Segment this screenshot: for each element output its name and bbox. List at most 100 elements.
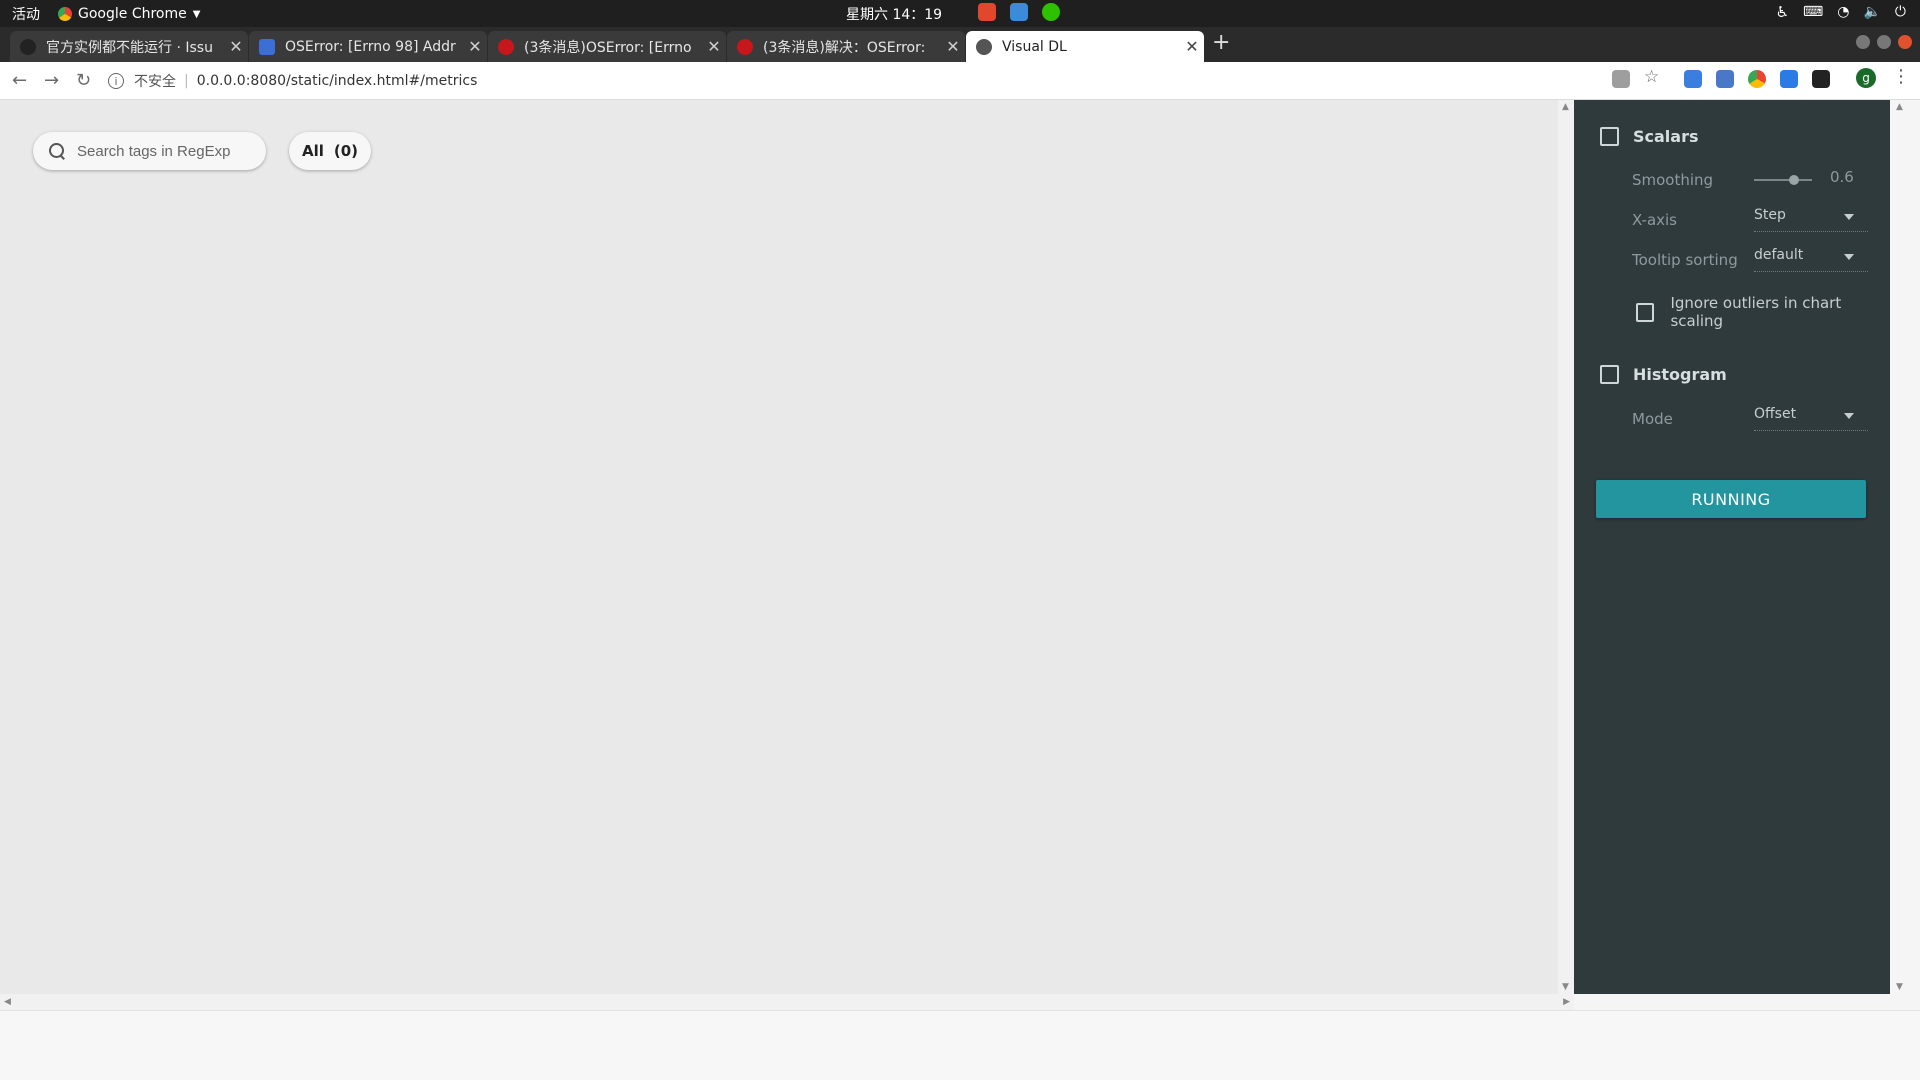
browser-toolbar: ← → ↻ i 不安全 | 0.0.0.0:8080/static/index.… (0, 62, 1920, 100)
histogram-checkbox[interactable] (1600, 365, 1619, 384)
all-label: All (301, 142, 324, 160)
shield-icon[interactable] (1780, 70, 1798, 88)
mode-value: Offset (1754, 406, 1797, 422)
xaxis-value: Step (1754, 207, 1786, 223)
new-tab-button[interactable]: + (1212, 30, 1230, 55)
search-icon (49, 143, 65, 159)
accessibility-icon[interactable]: ♿ (1776, 3, 1789, 21)
close-icon[interactable]: ✕ (941, 37, 965, 56)
page-bottom-area (0, 1010, 1920, 1080)
sogou-input-icon[interactable] (978, 3, 996, 21)
address-bar[interactable]: i 不安全 | 0.0.0.0:8080/static/index.html#/… (108, 67, 1628, 95)
scalars-toggle[interactable]: Scalars (1600, 127, 1699, 146)
separator: | (184, 73, 189, 89)
ignore-outliers-toggle[interactable]: Ignore outliers in chart scaling (1636, 294, 1890, 330)
tab-4[interactable]: (3条消息)解决：OSError: ✕ (727, 31, 965, 62)
scroll-up-icon[interactable]: ▲ (1896, 102, 1903, 112)
close-icon[interactable]: ✕ (702, 37, 726, 56)
horizontal-scrollbar[interactable]: ◀ ▶ (0, 994, 1574, 1010)
smoothing-value: 0.6 (1830, 168, 1854, 186)
close-icon[interactable]: ✕ (463, 37, 487, 56)
star-icon[interactable]: ☆ (1644, 67, 1662, 87)
system-top-bar: 活动 Google Chrome ▼ 星期六 14：19 ♿ ⌨ ◔ 🔈 ⏻ (0, 0, 1920, 27)
mode-select[interactable]: Offset (1754, 403, 1868, 431)
wifi-icon[interactable]: ◔ (1837, 4, 1849, 20)
close-icon[interactable]: ✕ (1180, 37, 1204, 56)
tab-3[interactable]: (3条消息)OSError: [Errno ✕ (488, 31, 726, 62)
scroll-left-icon[interactable]: ◀ (4, 997, 11, 1007)
extension-icon[interactable] (1716, 70, 1734, 88)
vertical-scrollbar[interactable]: ▲ ▼ (1558, 100, 1574, 994)
forward-icon[interactable]: → (44, 70, 59, 91)
visualdl-main-area: All (0) (0, 100, 1574, 994)
csdn-icon (498, 38, 514, 55)
tooltip-sorting-select[interactable]: default (1754, 244, 1868, 272)
all-tags-chip[interactable]: All (0) (289, 132, 371, 170)
search-input[interactable] (77, 142, 247, 160)
keyboard-icon[interactable]: ⌨ (1803, 4, 1823, 20)
tab-visual-dl[interactable]: Visual DL ✕ (966, 31, 1204, 62)
activities-button[interactable]: 活动 (12, 4, 40, 24)
extension-icon[interactable] (1812, 70, 1830, 88)
ignore-outliers-checkbox[interactable] (1636, 302, 1655, 322)
url-text[interactable]: 0.0.0.0:8080/static/index.html#/metrics (197, 73, 478, 89)
chevron-down-icon: ▼ (192, 8, 201, 20)
reload-icon[interactable]: ↻ (76, 70, 91, 91)
scroll-up-icon[interactable]: ▲ (1562, 102, 1569, 112)
histogram-label: Histogram (1633, 365, 1727, 384)
xaxis-select[interactable]: Step (1754, 204, 1868, 232)
tab-title: (3条消息)解决：OSError: (763, 39, 926, 56)
volume-icon[interactable]: 🔈 (1863, 4, 1880, 20)
tab-title: OSError: [Errno 98] Addr (285, 38, 456, 55)
chevron-down-icon (1844, 214, 1854, 220)
running-button[interactable]: RUNNING (1596, 480, 1866, 518)
smoothing-slider[interactable] (1754, 175, 1812, 185)
power-icon[interactable]: ⏻ (1895, 4, 1906, 20)
minimize-window-button[interactable] (1856, 35, 1870, 49)
wechat-icon[interactable] (1042, 3, 1060, 21)
tab-title: Visual DL (1002, 38, 1067, 55)
scalars-checkbox[interactable] (1600, 127, 1619, 146)
globe-icon (976, 38, 992, 55)
profile-avatar[interactable]: g (1856, 68, 1876, 88)
all-count: (0) (333, 142, 359, 160)
chrome-extension-icon[interactable] (1748, 70, 1766, 88)
app-name: Google Chrome (78, 6, 187, 22)
tab-title: 官方实例都不能运行 · Issu (46, 39, 213, 56)
maximize-window-button[interactable] (1877, 35, 1891, 49)
tab-1[interactable]: 官方实例都不能运行 · Issu ✕ (10, 31, 248, 62)
back-icon[interactable]: ← (12, 70, 27, 91)
config-sidebar: Scalars Smoothing 0.6 X-axis Step Toolti… (1574, 100, 1890, 994)
scroll-down-icon[interactable]: ▼ (1562, 982, 1569, 992)
close-window-button[interactable] (1898, 35, 1912, 49)
smoothing-label: Smoothing (1632, 171, 1714, 189)
histogram-toggle[interactable]: Histogram (1600, 365, 1727, 384)
baidu-icon (259, 38, 275, 55)
ignore-outliers-label: Ignore outliers in chart scaling (1670, 294, 1842, 330)
clock[interactable]: 星期六 14：19 (846, 4, 942, 24)
scroll-down-icon[interactable]: ▼ (1896, 982, 1903, 992)
tag-search-box[interactable] (33, 132, 266, 170)
tooltip-sorting-label: Tooltip sorting (1632, 251, 1738, 269)
tab-strip: 官方实例都不能运行 · Issu ✕ OSError: [Errno 98] A… (0, 27, 1920, 62)
chrome-icon (58, 7, 72, 21)
app-menu[interactable]: Google Chrome ▼ (58, 6, 200, 22)
close-icon[interactable]: ✕ (224, 37, 248, 56)
tab-title: (3条消息)OSError: [Errno (524, 39, 692, 56)
mode-label: Mode (1632, 410, 1673, 428)
extension-icon[interactable] (1684, 70, 1702, 88)
bluetooth-app-icon[interactable] (1010, 3, 1028, 21)
chevron-down-icon (1844, 254, 1854, 260)
xaxis-label: X-axis (1632, 211, 1677, 229)
tab-2[interactable]: OSError: [Errno 98] Addr ✕ (249, 31, 487, 62)
github-icon (20, 38, 36, 55)
slider-thumb[interactable] (1789, 175, 1799, 185)
security-label: 不安全 (134, 74, 176, 90)
info-icon[interactable]: i (108, 73, 124, 89)
chevron-down-icon (1844, 413, 1854, 419)
scroll-right-icon[interactable]: ▶ (1563, 997, 1570, 1007)
translate-icon[interactable] (1612, 70, 1630, 88)
menu-icon[interactable]: ⋮ (1892, 66, 1910, 87)
csdn-icon (737, 38, 753, 55)
sidebar-scrollbar[interactable]: ▲ ▼ (1890, 100, 1920, 994)
